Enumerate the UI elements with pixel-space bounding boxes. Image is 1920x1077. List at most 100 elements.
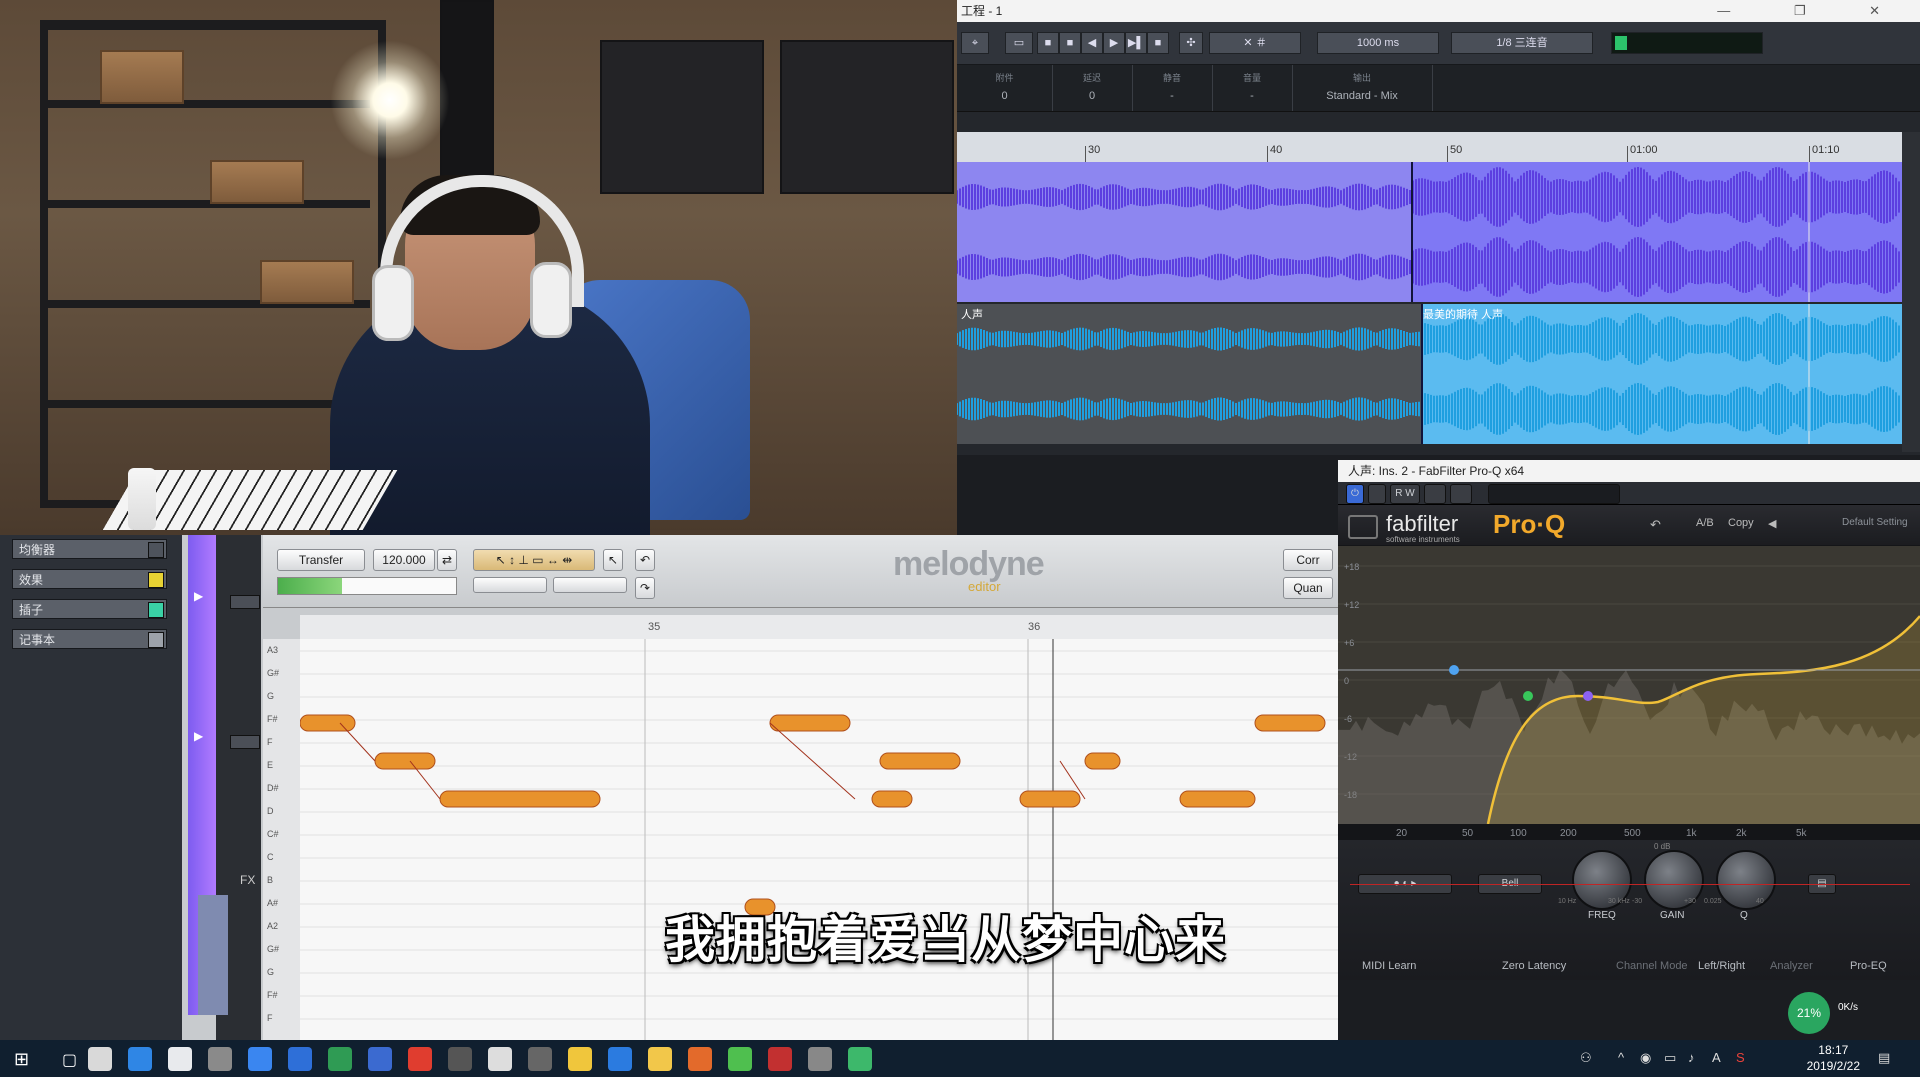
music-icon[interactable] [568, 1047, 592, 1071]
tempo-sync-icon[interactable]: ⇄ [437, 549, 457, 571]
note-blob [300, 715, 355, 731]
kugou-icon[interactable] [288, 1047, 312, 1071]
preset-field[interactable] [1488, 484, 1620, 504]
chrome-icon[interactable] [168, 1047, 192, 1071]
notepad-icon[interactable] [148, 632, 164, 648]
info-cell[interactable]: 静音 - [1132, 65, 1213, 111]
tool-group[interactable]: ↖ ↕ ⊥ ▭ ↔ ⇹ [473, 549, 595, 571]
rewind-icon[interactable]: ◀ [1081, 32, 1103, 54]
inserts-toggle-icon[interactable] [148, 602, 164, 618]
snap-icon[interactable]: ✣ [1179, 32, 1203, 54]
pro-eq-mode[interactable]: Pro-EQ [1850, 960, 1887, 972]
preset-name[interactable]: Default Setting [1842, 517, 1908, 528]
color-icon[interactable] [688, 1047, 712, 1071]
task-view-icon[interactable]: ▢ [62, 1050, 77, 1070]
q-knob[interactable] [1716, 850, 1776, 910]
vertical-scrollbar[interactable] [1902, 132, 1920, 452]
effects-toggle-icon[interactable] [148, 572, 164, 588]
bypass-icon[interactable] [1368, 484, 1386, 504]
eq-display[interactable]: +18+12+60-6-12-18 [1338, 546, 1920, 824]
ie-icon[interactable] [128, 1047, 152, 1071]
info-cell[interactable]: 附件 0 [957, 65, 1053, 111]
midi-learn[interactable]: MIDI Learn [1362, 960, 1416, 972]
notepad-icon[interactable] [368, 1047, 392, 1071]
left-right[interactable]: Left/Right [1698, 960, 1745, 972]
tray-chevron-icon[interactable]: ^ [1618, 1050, 1624, 1065]
goto-end-icon[interactable]: ▶▌ [1125, 32, 1147, 54]
mixer-item-eq[interactable]: 均衡器 [12, 539, 167, 559]
vocal-track-lane[interactable]: 人声 最美的期待 人声 [957, 304, 1902, 444]
zero-latency[interactable]: Zero Latency [1502, 960, 1566, 972]
compare-icon[interactable] [1424, 484, 1446, 504]
window-controls[interactable]: — ❐ ✕ [1717, 0, 1910, 22]
taskbar-clock[interactable]: 18:17 2019/2/22 [1807, 1042, 1860, 1074]
network-icon[interactable]: ▭ [1664, 1050, 1676, 1066]
photo-icon[interactable] [328, 1047, 352, 1071]
fx-label[interactable]: FX [240, 873, 255, 887]
fader[interactable] [198, 895, 228, 1015]
read-write-icon[interactable]: R W [1390, 484, 1420, 504]
stop-icon[interactable]: ■ [1037, 32, 1059, 54]
info-cell[interactable]: 延迟 0 [1052, 65, 1133, 111]
app-icon[interactable] [208, 1047, 232, 1071]
mute-solo-button[interactable] [230, 735, 260, 749]
undo-icon[interactable]: ↶ [1650, 517, 1661, 533]
analyzer[interactable]: Analyzer [1770, 960, 1813, 972]
record-icon[interactable]: ■ [1059, 32, 1081, 54]
play-icon[interactable]: ▶ [1103, 32, 1125, 54]
sub-tool-a[interactable] [473, 577, 547, 593]
redo-icon[interactable]: ↷ [635, 577, 655, 599]
speed-widget[interactable]: 21% [1788, 992, 1830, 1034]
note-editor-canvas[interactable] [300, 639, 1338, 1040]
ab-button[interactable]: A/B [1696, 517, 1714, 529]
timeline-ruler[interactable]: 30 40 50 01:00 01:10 [957, 132, 1920, 163]
mute-solo-button[interactable] [230, 595, 260, 609]
quantize-time-button[interactable]: Quan [1283, 577, 1333, 599]
green-app-icon[interactable] [848, 1047, 872, 1071]
camera-icon[interactable] [528, 1047, 552, 1071]
copy-button[interactable]: Copy [1728, 517, 1754, 529]
baidu-icon[interactable] [248, 1047, 272, 1071]
folder-icon[interactable] [648, 1047, 672, 1071]
clock-icon[interactable] [808, 1047, 832, 1071]
netease-music-icon[interactable] [408, 1047, 432, 1071]
people-icon[interactable]: ⚇ [1580, 1050, 1592, 1066]
transfer-button[interactable]: Transfer [277, 549, 365, 571]
info-cell[interactable]: 音量 - [1212, 65, 1293, 111]
sub-tool-b[interactable] [553, 577, 627, 593]
power-icon[interactable]: ⏻ [1346, 484, 1364, 504]
volume-icon[interactable]: ♪ [1688, 1050, 1695, 1065]
pointer-tool-icon[interactable]: ↖ [603, 549, 623, 571]
eq-toggle-icon[interactable] [148, 542, 164, 558]
undo-icon[interactable]: ↶ [635, 549, 655, 571]
editor-icon[interactable] [448, 1047, 472, 1071]
ime-icon[interactable]: A [1712, 1050, 1721, 1065]
tool-icon[interactable] [768, 1047, 792, 1071]
mixer-item-inserts[interactable]: 插子 [12, 599, 167, 619]
zoom-select[interactable]: 1000 ms [1317, 32, 1439, 54]
channel-mode[interactable]: Channel Mode [1616, 960, 1688, 972]
grid-button[interactable]: ✕ ＃ [1209, 32, 1301, 54]
notification-icon[interactable]: ▤ [1878, 1050, 1890, 1066]
settings-icon[interactable] [1450, 484, 1472, 504]
prev-preset-icon[interactable]: ◀ [1768, 517, 1776, 530]
video-subtitle: 我拥抱着爱当从梦中心来 [665, 900, 1226, 972]
tempo-field[interactable]: 120.000 [373, 549, 435, 571]
mixer-item-effects[interactable]: 效果 [12, 569, 167, 589]
info-cell[interactable]: 输出 Standard - Mix [1292, 65, 1433, 111]
melodyne-ruler[interactable]: 35 36 [300, 615, 1338, 640]
cycle-icon[interactable]: ■ [1147, 32, 1169, 54]
mixer-item-notepad[interactable]: 记事本 [12, 629, 167, 649]
quantize-select[interactable]: 1/8 三连音 [1451, 32, 1593, 54]
correct-pitch-button[interactable]: Corr [1283, 549, 1333, 571]
wechat-icon[interactable] [728, 1047, 752, 1071]
window-layout-icon[interactable]: ▭ [1005, 32, 1033, 54]
cubase-icon[interactable] [88, 1047, 112, 1071]
windows-start-icon[interactable]: ⊞ [14, 1049, 29, 1070]
select-tool-icon[interactable]: ⌖ [961, 32, 989, 54]
upper-track-lane[interactable] [957, 162, 1902, 302]
wechat-tray-icon[interactable]: ◉ [1640, 1050, 1651, 1066]
sogou-icon[interactable]: S [1736, 1050, 1745, 1065]
app-icon[interactable] [488, 1047, 512, 1071]
edge-icon[interactable] [608, 1047, 632, 1071]
